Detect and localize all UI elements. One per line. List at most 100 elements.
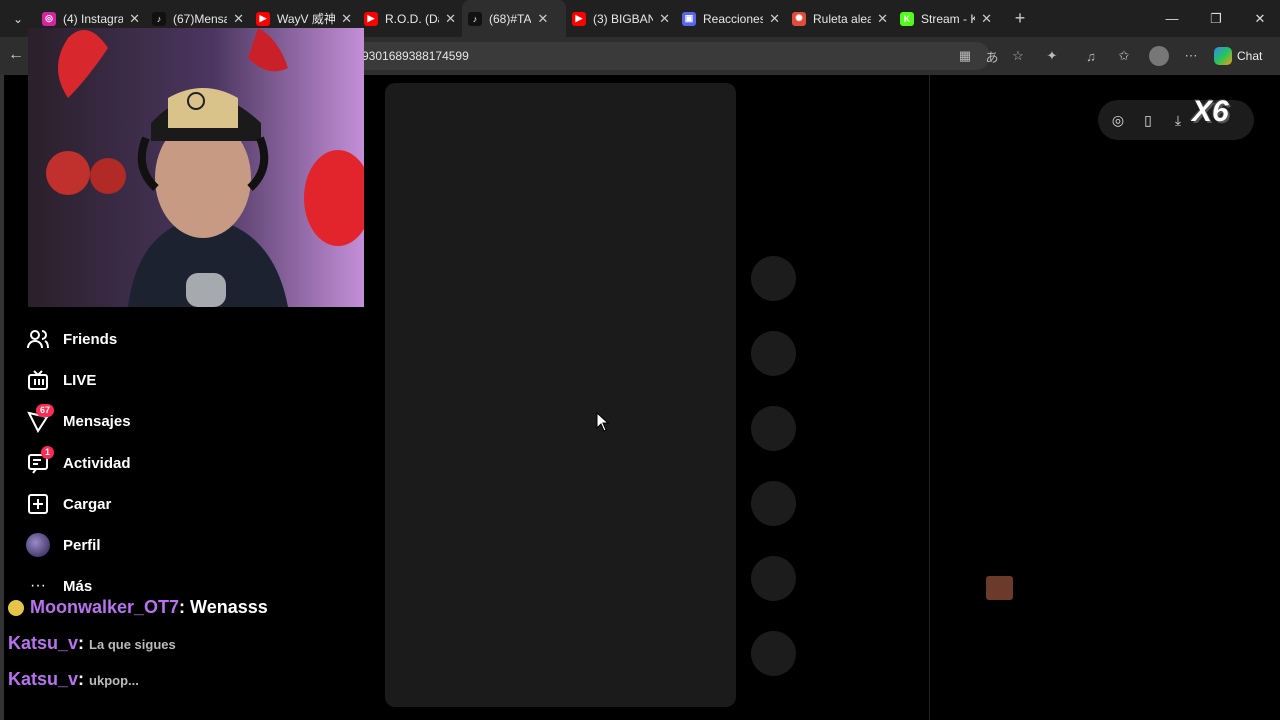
friends-icon	[24, 325, 52, 353]
chat-message: Moonwalker_OT7: Wenasss	[8, 597, 268, 618]
messages-badge: 67	[36, 404, 55, 417]
tab-title: Reacciones	[703, 11, 764, 26]
url-text: 9301689388174599	[362, 49, 469, 63]
settings-more-icon[interactable]: ⋯	[1182, 47, 1200, 65]
sidebar-item-label: Más	[63, 577, 93, 595]
youtube-icon: ▶	[256, 11, 270, 26]
tab-title: Stream - Kic	[921, 11, 976, 26]
sidebar-item-label: Cargar	[63, 495, 112, 513]
app-available-icon[interactable]: ▦	[956, 47, 974, 65]
messages-icon: 67	[24, 404, 55, 435]
browser-tab[interactable]: ▣ Reacciones ✕	[676, 0, 786, 37]
comment-button[interactable]	[751, 406, 796, 451]
browser-tab[interactable]: K Stream - Kic ✕	[894, 0, 998, 37]
video-tools-bar: ◎ ▯ ⤓	[1098, 100, 1254, 140]
youtube-icon: ▶	[364, 11, 378, 26]
tab-close-icon[interactable]: ✕	[445, 11, 456, 27]
chat-text: :	[78, 633, 90, 653]
chat-username: Moonwalker_OT7	[30, 597, 180, 617]
browser-tab[interactable]: ✺ Ruleta aleato ✕	[786, 0, 894, 37]
phone-icon[interactable]: ▯	[1139, 111, 1157, 129]
screen: ⌄ ◎(4) Instagram✕♪(67)Mensajes✕▶WayV 威神V…	[0, 0, 1280, 720]
activity-badge: 1	[41, 446, 55, 459]
live-tv-icon	[24, 366, 52, 394]
tab-close-icon[interactable]: ✕	[877, 11, 888, 27]
sidebar-item-profile[interactable]: Perfil	[24, 530, 101, 560]
chat-text: : Wenasss	[179, 597, 268, 617]
chat-username: Katsu_v	[8, 669, 79, 689]
kick-icon: K	[900, 11, 914, 26]
tab-close-icon[interactable]: ✕	[129, 11, 140, 27]
tiktok-icon: ♪	[468, 11, 482, 26]
sidebar-item-label: Mensajes	[63, 412, 131, 430]
back-arrow-icon[interactable]: ←	[8, 46, 28, 66]
favorites-icon[interactable]: ✩	[1115, 47, 1133, 65]
bookmark-button[interactable]	[751, 481, 796, 526]
browser-tab[interactable]: ▶ R.O.D. (Danc ✕	[358, 0, 462, 37]
tab-title: Ruleta aleato	[813, 11, 872, 26]
instagram-icon: ◎	[42, 11, 56, 26]
copilot-chat-button[interactable]: Chat	[1214, 45, 1262, 67]
sidebar-item-messages[interactable]: 67 Mensajes	[24, 404, 131, 436]
tab-title: (68)#TA	[489, 11, 532, 26]
download-icon[interactable]: ⤓	[1169, 111, 1187, 129]
new-tab-button[interactable]: +	[1004, 0, 1036, 37]
combo-multiplier: X6	[1192, 95, 1229, 128]
tab-close-icon[interactable]: ✕	[659, 11, 670, 27]
sidebar-item-activity[interactable]: 1 Actividad	[24, 446, 131, 478]
chat-text: :	[78, 669, 90, 689]
restore-button[interactable]: ❐	[1194, 0, 1238, 37]
video-player-placeholder[interactable]	[385, 83, 736, 707]
profile-icon[interactable]	[1149, 46, 1169, 66]
compass-icon[interactable]: ◎	[1109, 111, 1127, 129]
media-control-icon[interactable]: ♫	[1082, 47, 1100, 65]
tab-title: R.O.D. (Danc	[385, 11, 439, 26]
emote-image	[986, 576, 1013, 600]
extensions-icon[interactable]: ✦	[1043, 47, 1061, 65]
wheel-icon: ✺	[792, 11, 806, 26]
chat-faint-text: La que sigues	[89, 637, 176, 652]
sidebar-item-label: Actividad	[63, 454, 131, 472]
creator-avatar-button[interactable]	[751, 256, 796, 301]
tab-close-icon[interactable]: ✕	[981, 11, 992, 27]
sidebar-item-upload[interactable]: Cargar	[24, 489, 111, 519]
music-disc-button[interactable]	[751, 631, 796, 676]
tab-close-icon[interactable]: ✕	[769, 11, 780, 27]
address-bar[interactable]: 9301689388174599	[300, 42, 990, 70]
profile-avatar	[24, 531, 52, 559]
sidebar-item-label: Friends	[63, 330, 118, 348]
tab-close-icon[interactable]: ✕	[341, 11, 352, 27]
tab-title: (4) Instagram	[63, 11, 124, 26]
youtube-icon: ▶	[572, 11, 586, 26]
tab-title: WayV 威神V	[277, 12, 336, 26]
chat-message: Katsu_v: La que sigues	[8, 633, 176, 654]
upload-icon	[24, 490, 52, 518]
chat-username: Katsu_v	[8, 633, 79, 653]
chat-label: Chat	[1237, 49, 1263, 63]
tiktok-icon: ♪	[152, 11, 166, 26]
sidebar-item-label: Perfil	[63, 536, 101, 554]
minimize-button[interactable]: —	[1150, 0, 1194, 37]
more-icon: ···	[30, 577, 46, 594]
browser-tab[interactable]: ♪ (68)#TA ✕	[462, 0, 566, 37]
sidebar-item-label: LIVE	[63, 371, 97, 389]
share-button[interactable]	[751, 556, 796, 601]
browser-tab[interactable]: ▶ (3) BIGBANG ✕	[566, 0, 676, 37]
webcam-overlay	[28, 28, 364, 307]
tab-title: (3) BIGBANG	[593, 11, 654, 26]
page-edge	[0, 75, 4, 720]
mouse-cursor-icon	[596, 412, 610, 432]
tab-close-icon[interactable]: ✕	[537, 11, 548, 27]
favorite-star-icon[interactable]: ☆	[1009, 47, 1027, 65]
chat-faint-text: ukpop...	[89, 673, 139, 688]
like-button[interactable]	[751, 331, 796, 376]
chat-badge-icon	[8, 600, 24, 617]
app-icon: ▣	[682, 11, 696, 26]
tab-close-icon[interactable]: ✕	[233, 11, 244, 27]
close-window-button[interactable]: ✕	[1238, 0, 1280, 37]
copilot-icon	[1214, 47, 1232, 65]
translate-icon[interactable]: あ	[983, 47, 1001, 65]
sidebar-item-friends[interactable]: Friends	[24, 324, 117, 354]
chat-message: Katsu_v: ukpop...	[8, 669, 139, 690]
sidebar-item-live[interactable]: LIVE	[24, 365, 96, 395]
